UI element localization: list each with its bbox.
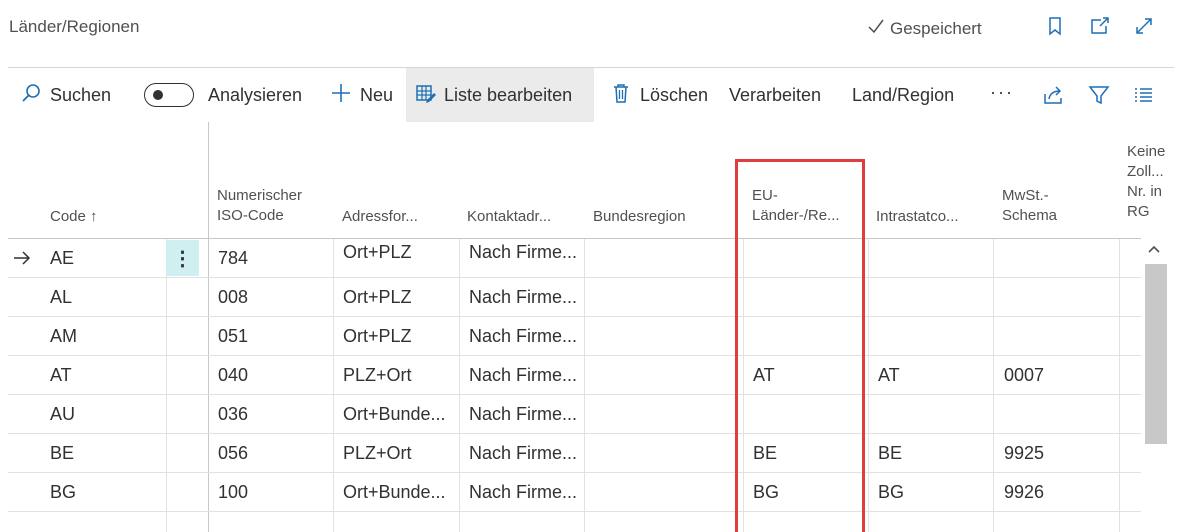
current-row-arrow-icon — [12, 249, 32, 267]
saved-label: Gespeichert — [890, 18, 982, 38]
process-label: Verarbeiten — [729, 84, 822, 105]
new-label: Neu — [360, 84, 394, 105]
cell-eu-region[interactable]: BG — [753, 473, 779, 511]
cell-address-format[interactable]: PLZ+Ort — [343, 434, 412, 472]
list-view-icon[interactable] — [1130, 83, 1156, 107]
table-row[interactable]: AU 036 Ort+Bunde... Nach Firme... — [8, 395, 1141, 433]
cell-eu-region[interactable]: AT — [753, 356, 775, 394]
cell-code[interactable]: BE — [50, 434, 74, 472]
cell-iso-code[interactable]: 036 — [218, 395, 248, 433]
plus-icon — [330, 82, 352, 109]
cell-address-format[interactable]: PLZ+Ort — [343, 356, 412, 394]
trash-icon — [610, 82, 632, 109]
table-row[interactable]: AM 051 Ort+PLZ Nach Firme... — [8, 317, 1141, 355]
delete-button[interactable]: Löschen — [602, 68, 716, 122]
cell-intrastat[interactable]: BG — [878, 473, 904, 511]
search-label: Suchen — [50, 84, 112, 105]
cell-intrastat[interactable]: AT — [878, 356, 900, 394]
analyze-label: Analysieren — [208, 84, 303, 105]
filter-icon[interactable] — [1086, 83, 1112, 107]
scrollbar-thumb[interactable] — [1145, 264, 1167, 444]
cell-code[interactable]: AU — [50, 395, 75, 433]
action-toolbar: Suchen Analysieren Neu Liste bearbeiten … — [8, 67, 1174, 122]
row-actions-button[interactable]: ⋮ — [166, 240, 199, 276]
cell-address-format[interactable]: Ort+PLZ — [343, 233, 412, 271]
search-button[interactable]: Suchen — [12, 68, 119, 122]
saved-status: Gespeichert — [866, 16, 982, 41]
country-region-menu[interactable]: Land/Region — [844, 68, 962, 122]
check-icon — [866, 16, 886, 41]
cell-contact-address[interactable]: Nach Firme... — [469, 356, 577, 394]
cell-iso-code[interactable]: 008 — [218, 278, 248, 316]
share-icon[interactable] — [1040, 83, 1066, 107]
toggle-switch[interactable] — [144, 83, 194, 107]
scroll-up-icon[interactable] — [1142, 238, 1166, 260]
cell-eu-region[interactable]: BE — [753, 434, 777, 472]
edit-list-label: Liste bearbeiten — [444, 84, 573, 105]
edit-list-button[interactable]: Liste bearbeiten — [406, 68, 594, 122]
delete-label: Löschen — [640, 84, 709, 105]
cell-code[interactable]: AL — [50, 278, 72, 316]
table-row[interactable]: BG 100 Ort+Bunde... Nach Firme... BG BG … — [8, 473, 1141, 511]
table-row[interactable]: AT 040 PLZ+Ort Nach Firme... AT AT 0007 — [8, 356, 1141, 394]
cell-code[interactable]: BG — [50, 473, 76, 511]
new-button[interactable]: Neu — [322, 68, 401, 122]
cell-contact-address[interactable]: Nach Firme... — [469, 434, 577, 472]
cell-iso-code[interactable]: 784 — [218, 239, 248, 277]
cell-contact-address[interactable]: Nach Firme... — [469, 278, 577, 316]
cell-contact-address[interactable]: Nach Firme... — [469, 317, 577, 355]
page-title: Länder/Regionen — [9, 17, 140, 36]
cell-address-format[interactable]: Ort+Bunde... — [343, 395, 446, 433]
vertical-scrollbar[interactable] — [1142, 238, 1167, 530]
more-options-button[interactable]: ··· — [990, 82, 1014, 103]
table-row[interactable]: AL 008 Ort+PLZ Nach Firme... — [8, 278, 1141, 316]
cell-iso-code[interactable]: 051 — [218, 317, 248, 355]
cell-contact-address[interactable]: Nach Firme... — [469, 473, 577, 511]
cell-contact-address[interactable]: Nach Firme... — [469, 395, 577, 433]
cell-intrastat[interactable]: BE — [878, 434, 902, 472]
expand-icon[interactable] — [1132, 14, 1156, 38]
table-row[interactable]: AE ⋮ 784 Ort+PLZ Nach Firme... — [8, 239, 1141, 277]
table-row[interactable]: BE 056 PLZ+Ort Nach Firme... BE BE 9925 — [8, 434, 1141, 472]
data-grid: Code ↑ Numerischer ISO-Code Adressfor...… — [8, 122, 1174, 532]
cell-address-format[interactable]: Ort+PLZ — [343, 317, 412, 355]
cell-address-format[interactable]: Ort+Bunde... — [343, 473, 446, 511]
cell-vat-scheme[interactable]: 9926 — [1004, 473, 1044, 511]
cell-code[interactable]: AT — [50, 356, 72, 394]
bookmark-icon[interactable] — [1043, 14, 1067, 38]
cell-code[interactable]: AE — [50, 239, 74, 277]
open-in-new-window-icon[interactable] — [1088, 14, 1112, 38]
analyze-toggle[interactable]: Analysieren — [136, 68, 310, 122]
cell-code[interactable]: AM — [50, 317, 77, 355]
cell-address-format[interactable]: Ort+PLZ — [343, 278, 412, 316]
cell-vat-scheme[interactable]: 9925 — [1004, 434, 1044, 472]
cell-iso-code[interactable]: 100 — [218, 473, 248, 511]
cell-contact-address[interactable]: Nach Firme... — [469, 233, 577, 271]
cell-vat-scheme[interactable]: 0007 — [1004, 356, 1044, 394]
title-bar: Länder/Regionen Gespeichert — [0, 0, 1182, 60]
row-divider — [8, 511, 1141, 512]
process-menu[interactable]: Verarbeiten — [721, 68, 829, 122]
edit-list-icon — [414, 82, 436, 109]
cell-iso-code[interactable]: 056 — [218, 434, 248, 472]
search-icon — [20, 82, 42, 109]
country-region-label: Land/Region — [852, 84, 955, 105]
cell-iso-code[interactable]: 040 — [218, 356, 248, 394]
